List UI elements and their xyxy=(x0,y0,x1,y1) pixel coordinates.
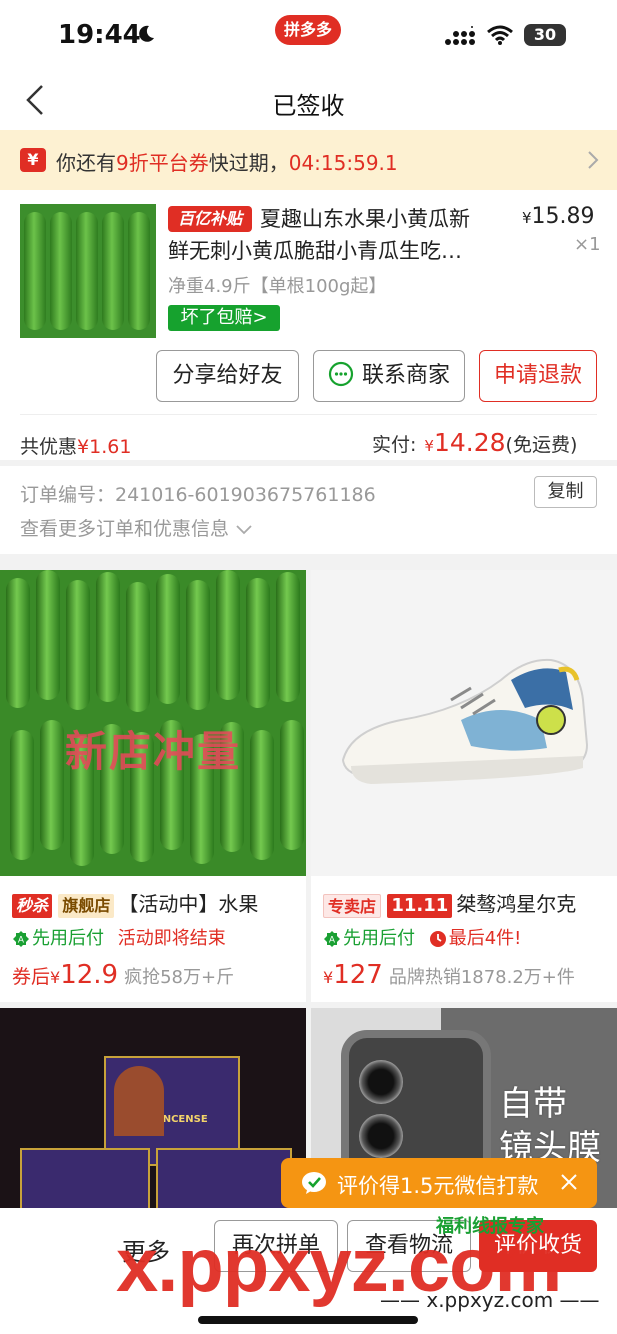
recommend-image: RAJ INCENSE xyxy=(0,1008,306,1208)
coupon-prefix: 你还有 xyxy=(56,151,116,175)
chevron-right-icon xyxy=(588,151,599,169)
recommend-price: 券后¥12.9 疯抢58万+斤 xyxy=(12,960,235,990)
close-icon[interactable] xyxy=(559,1172,579,1192)
subsidy-tag: 百亿补贴 xyxy=(168,206,252,232)
flash-sale-tag: 秒杀 xyxy=(12,893,53,918)
recommend-title: 秒杀 旗舰店 【活动中】水果 xyxy=(12,888,302,918)
specialty-store-tag: 专卖店 xyxy=(323,893,382,918)
recommend-price: ¥127 品牌热销1878.2万+件 xyxy=(323,960,575,990)
watermark-url: —— x.ppxyz.com —— xyxy=(380,1288,600,1312)
share-button[interactable]: 分享给好友 xyxy=(156,350,299,402)
coupon-expiry-banner[interactable]: ¥ 你还有9折平台券快过期，04:15:59.1 xyxy=(0,130,617,190)
refund-button[interactable]: 申请退款 xyxy=(479,350,597,402)
order-number: 订单编号：241016-601903675761186 xyxy=(20,484,376,506)
total-discount: 共优惠¥1.61 xyxy=(20,436,132,458)
status-bar: 19:44 拼多多 30 xyxy=(0,0,617,70)
review-popup-text: 评价得1.5元微信打款 xyxy=(337,1174,539,1198)
nav-bar: 已签收 xyxy=(0,70,617,130)
coupon-highlight: 9折平台券 xyxy=(116,151,209,175)
recommend-card-incense[interactable]: RAJ INCENSE xyxy=(0,1008,306,1208)
order-card: 百亿补贴 夏趣山东水果小黄瓜新 鲜无刺小黄瓜脆甜小青瓜生吃… ¥15.89 ×1… xyxy=(0,190,617,460)
svg-text:A: A xyxy=(18,936,25,946)
chat-icon xyxy=(328,361,354,387)
ad-text: 自带 镜头膜 xyxy=(499,1084,601,1168)
battery-indicator: 30 xyxy=(524,24,566,46)
coupon-text: 你还有9折平台券快过期，04:15:59.1 xyxy=(56,147,398,176)
recommend-image: 新店冲量 xyxy=(0,570,306,876)
product-title-line2[interactable]: 鲜无刺小黄瓜脆甜小青瓜生吃… xyxy=(168,235,498,267)
sneaker-image xyxy=(341,658,589,784)
paid-amount: 实付: ¥14.28(免运费) xyxy=(372,428,578,457)
product-image[interactable] xyxy=(20,204,156,338)
cellular-signal-icon xyxy=(445,26,475,45)
recommend-title: 专卖店 11.11 桀骜鸿星尔克 xyxy=(323,888,613,918)
pay-later-icon: A xyxy=(324,931,340,947)
recommend-meta: A 先用后付 最后4件! xyxy=(323,924,521,950)
recommend-meta: A 先用后付 活动即将结束 xyxy=(12,924,226,950)
pay-later-icon: A xyxy=(13,931,29,947)
damage-guarantee-badge[interactable]: 坏了包赔> xyxy=(168,305,280,331)
chevron-down-icon xyxy=(236,524,252,534)
double-eleven-tag: 11.11 xyxy=(387,893,453,918)
contact-merchant-button[interactable]: 联系商家 xyxy=(313,350,465,402)
status-time: 19:44 xyxy=(58,20,141,50)
coupon-suffix: 快过期， xyxy=(208,151,289,175)
divider xyxy=(20,414,597,415)
review-reward-popup[interactable]: 评价得1.5元微信打款 xyxy=(281,1158,597,1208)
coupon-icon: ¥ xyxy=(20,148,46,172)
app-brand-badge: 拼多多 xyxy=(275,15,341,45)
home-indicator xyxy=(198,1316,418,1324)
svg-text:A: A xyxy=(329,936,336,946)
image-overlay-text: 新店冲量 xyxy=(64,727,241,776)
page-title: 已签收 xyxy=(272,92,345,120)
product-spec: 净重4.9斤【单根100g起】 xyxy=(168,276,387,297)
wifi-icon xyxy=(487,25,513,45)
recommend-image xyxy=(311,570,617,876)
wechat-icon xyxy=(302,1172,326,1194)
product-title-line1[interactable]: 夏趣山东水果小黄瓜新 xyxy=(260,203,500,235)
recommend-card-sneaker[interactable]: 专卖店 11.11 桀骜鸿星尔克 A 先用后付 最后4件! ¥127 品牌热销1878… xyxy=(311,570,617,1002)
product-quantity: ×1 xyxy=(574,234,601,255)
order-info-card: 订单编号：241016-601903675761186 复制 查看更多订单和优惠… xyxy=(0,466,617,554)
clock-icon xyxy=(429,931,446,947)
product-price: ¥15.89 xyxy=(522,204,595,229)
coupon-countdown: 04:15:59.1 xyxy=(288,151,398,175)
recommend-card-cucumber[interactable]: 新店冲量 秒杀 旗舰店 【活动中】水果 A 先用后付 活动即将结束 券后¥12.9 疯… xyxy=(0,570,306,1002)
moon-icon xyxy=(139,25,154,42)
copy-button[interactable]: 复制 xyxy=(534,476,597,508)
more-order-info-link[interactable]: 查看更多订单和优惠信息 xyxy=(20,514,253,541)
flagship-tag: 旗舰店 xyxy=(58,893,115,918)
